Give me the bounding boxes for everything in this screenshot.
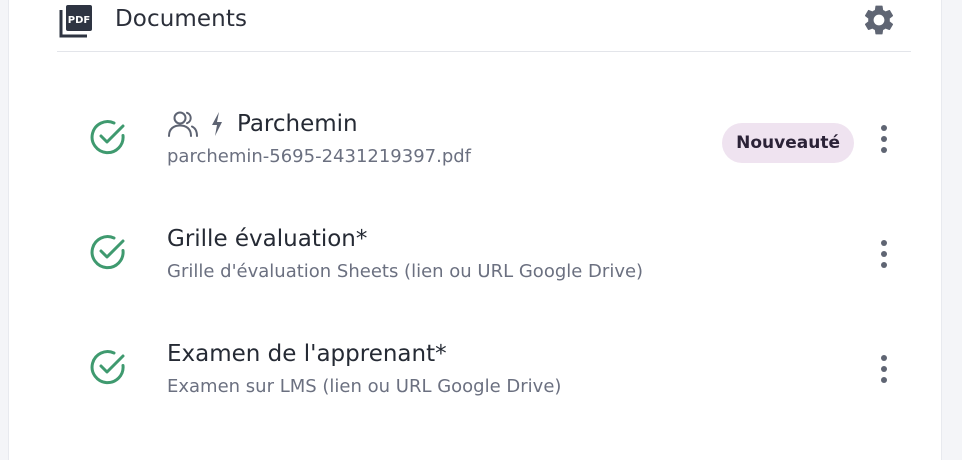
pdf-icon-text: PDF xyxy=(68,15,90,26)
kebab-menu-icon[interactable] xyxy=(873,352,895,386)
pdf-icon: PDF xyxy=(59,4,93,38)
document-name: Grille évaluation* xyxy=(167,226,368,252)
kebab-menu-icon[interactable] xyxy=(873,237,895,271)
document-name-line: Parchemin xyxy=(167,106,358,142)
gear-icon[interactable] xyxy=(861,2,897,38)
check-circle-icon xyxy=(89,118,127,156)
document-row-grille[interactable]: Grille évaluation* Grille d'évaluation S… xyxy=(89,215,909,295)
kebab-menu-icon[interactable] xyxy=(873,122,895,156)
document-subtitle: Examen sur LMS (lien ou URL Google Drive… xyxy=(167,376,562,397)
document-name: Parchemin xyxy=(237,111,358,137)
document-name-line: Examen de l'apprenant* xyxy=(167,336,447,372)
document-name-line: Grille évaluation* xyxy=(167,221,367,257)
group-users-icon xyxy=(167,109,199,139)
section-title: Documents xyxy=(115,6,248,32)
document-name: Examen de l'apprenant* xyxy=(167,341,447,367)
documents-card: PDF Documents Parchemin parchemin-5695-2… xyxy=(8,0,942,460)
document-row-examen[interactable]: Examen de l'apprenant* Examen sur LMS (l… xyxy=(89,330,909,410)
check-circle-icon xyxy=(89,348,127,386)
check-circle-icon xyxy=(89,233,127,271)
lightning-icon xyxy=(209,109,225,139)
status-badge: Nouveauté xyxy=(722,123,854,163)
document-subtitle: Grille d'évaluation Sheets (lien ou URL … xyxy=(167,261,644,282)
documents-header: PDF Documents xyxy=(57,0,911,52)
document-row-parchemin[interactable]: Parchemin parchemin-5695-2431219397.pdf … xyxy=(89,100,909,180)
document-subtitle: parchemin-5695-2431219397.pdf xyxy=(167,146,472,167)
